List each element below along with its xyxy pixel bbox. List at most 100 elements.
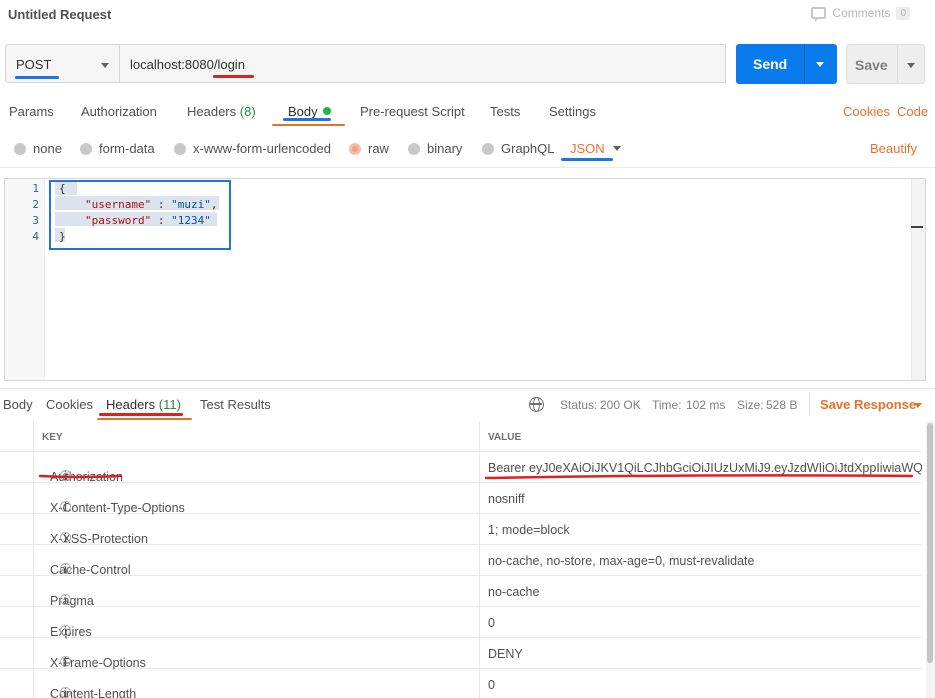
tab-pre-request-script[interactable]: Pre-request Script: [360, 104, 465, 119]
radio-label: none: [33, 141, 62, 156]
resp-tab-cookies[interactable]: Cookies: [46, 397, 93, 412]
response-scrollbar[interactable]: [926, 421, 935, 698]
header-value[interactable]: 0: [488, 616, 495, 630]
table-row: Authorization i Bearer eyJ0eXAiOiJKV1QiLC…: [0, 452, 922, 484]
comments-count: 0: [896, 6, 910, 20]
status-label: Status:: [560, 398, 598, 412]
body-status-dot: [322, 107, 331, 115]
save-button[interactable]: Save: [846, 44, 925, 84]
annotation-underline-method: [15, 76, 59, 79]
comments-label: Comments: [832, 6, 891, 20]
editor-scrollbar[interactable]: [911, 179, 925, 380]
header-value[interactable]: nosniff: [488, 492, 525, 506]
size-label: Size:: [737, 398, 764, 412]
radio-raw[interactable]: raw: [349, 141, 389, 156]
editor-gutter: 1 2 3 4: [5, 179, 45, 380]
table-row: Pragma i no-cache: [0, 576, 922, 608]
code-link[interactable]: Code: [897, 104, 928, 119]
info-icon[interactable]: i: [60, 469, 71, 482]
line-number: 3: [32, 214, 39, 227]
radio-binary[interactable]: binary: [408, 141, 462, 156]
divider: [804, 44, 805, 84]
size-value: 528 B: [766, 398, 798, 412]
resp-tab-headers-label: Headers: [106, 397, 156, 412]
globe-icon[interactable]: [529, 397, 544, 412]
table-header-row: KEY VALUE: [0, 421, 922, 452]
radio-form-data[interactable]: form-data: [80, 141, 155, 156]
time-label: Time:: [652, 398, 682, 412]
resp-tab-body[interactable]: Body: [3, 397, 33, 412]
header-value[interactable]: 1; mode=block: [488, 523, 570, 537]
radio-label: raw: [368, 141, 389, 156]
tab-authorization[interactable]: Authorization: [81, 104, 157, 119]
url-input[interactable]: localhost:8080/login: [119, 44, 726, 83]
url-value: localhost:8080/login: [130, 57, 245, 72]
tab-headers[interactable]: Headers (8): [187, 104, 256, 119]
tab-params[interactable]: Params: [9, 104, 54, 119]
divider: [809, 392, 810, 416]
status-value: 200 OK: [600, 398, 641, 412]
tab-headers-label: Headers: [187, 104, 237, 119]
header-value[interactable]: Bearer eyJ0eXAiOiJKV1QiLCJhbGciOiJIUzUxM…: [488, 461, 922, 475]
radio-x-www-form-urlencoded[interactable]: x-www-form-urlencoded: [174, 141, 331, 156]
method-select[interactable]: POST: [5, 44, 120, 83]
scrollbar-thumb[interactable]: [927, 423, 933, 663]
send-button[interactable]: Send: [736, 44, 837, 84]
radio-label: x-www-form-urlencoded: [193, 141, 331, 156]
active-tab-indicator: [272, 124, 345, 126]
body-editor[interactable]: 1 2 3 4 { "username" : "muzi", "password…: [4, 178, 926, 381]
header-value[interactable]: DENY: [488, 647, 523, 661]
annotation-box-body: [49, 180, 231, 250]
table-row: X-XSS-Protection i 1; mode=block: [0, 514, 922, 546]
info-icon[interactable]: i: [60, 500, 71, 513]
resp-tab-headers[interactable]: Headers (11): [106, 397, 181, 412]
annotation-underline-json: [561, 158, 613, 161]
divider: [0, 388, 935, 389]
radio-circle-selected: [349, 142, 361, 155]
active-tab-indicator: [97, 418, 192, 420]
radio-graphql[interactable]: GraphQL: [482, 141, 554, 156]
info-icon[interactable]: i: [60, 593, 71, 606]
divider: [0, 167, 935, 168]
tab-body[interactable]: Body: [288, 104, 331, 119]
send-options-chevron-icon[interactable]: [816, 62, 824, 67]
header-value[interactable]: 0: [488, 678, 495, 692]
annotation-underline-headers: [99, 413, 183, 416]
request-title[interactable]: Untitled Request: [8, 7, 111, 22]
resp-tab-headers-count: (11): [158, 397, 181, 412]
info-icon[interactable]: i: [60, 531, 71, 544]
save-options-chevron-icon[interactable]: [907, 63, 915, 68]
table-row: X-Frame-Options i DENY: [0, 638, 922, 670]
raw-format-select[interactable]: JSON: [570, 141, 605, 156]
save-response-button[interactable]: Save Response: [820, 397, 916, 412]
chevron-down-icon: [613, 146, 621, 151]
info-icon[interactable]: i: [60, 686, 71, 698]
radio-none[interactable]: none: [14, 141, 62, 156]
radio-circle: [174, 142, 186, 155]
table-row: Expires i 0: [0, 607, 922, 639]
scroll-marker: [911, 226, 923, 228]
header-value[interactable]: no-cache, no-store, max-age=0, must-reva…: [488, 554, 754, 568]
header-value[interactable]: no-cache: [488, 585, 539, 599]
radio-circle: [14, 142, 26, 155]
comments-button[interactable]: Comments 0: [811, 6, 910, 22]
tab-settings[interactable]: Settings: [549, 104, 596, 119]
time-value: 102 ms: [686, 398, 726, 412]
table-row: Cache-Control i no-cache, no-store, max-a…: [0, 545, 922, 577]
beautify-link[interactable]: Beautify: [870, 141, 917, 156]
cookies-link[interactable]: Cookies: [843, 104, 890, 119]
info-icon[interactable]: i: [60, 655, 71, 668]
method-value: POST: [16, 57, 52, 72]
tab-tests[interactable]: Tests: [490, 104, 520, 119]
save-label: Save: [855, 57, 888, 73]
annotation-underline-url: [213, 75, 254, 78]
line-number: 1: [32, 182, 39, 195]
radio-circle: [80, 142, 92, 155]
info-icon[interactable]: i: [60, 562, 71, 575]
info-icon[interactable]: i: [60, 624, 71, 637]
table-row: X-Content-Type-Options i nosniff: [0, 483, 922, 515]
chevron-down-icon[interactable]: [914, 403, 922, 408]
line-number: 2: [32, 198, 39, 211]
table-row: Content-Length i 0: [0, 669, 922, 698]
resp-tab-test-results[interactable]: Test Results: [200, 397, 271, 412]
